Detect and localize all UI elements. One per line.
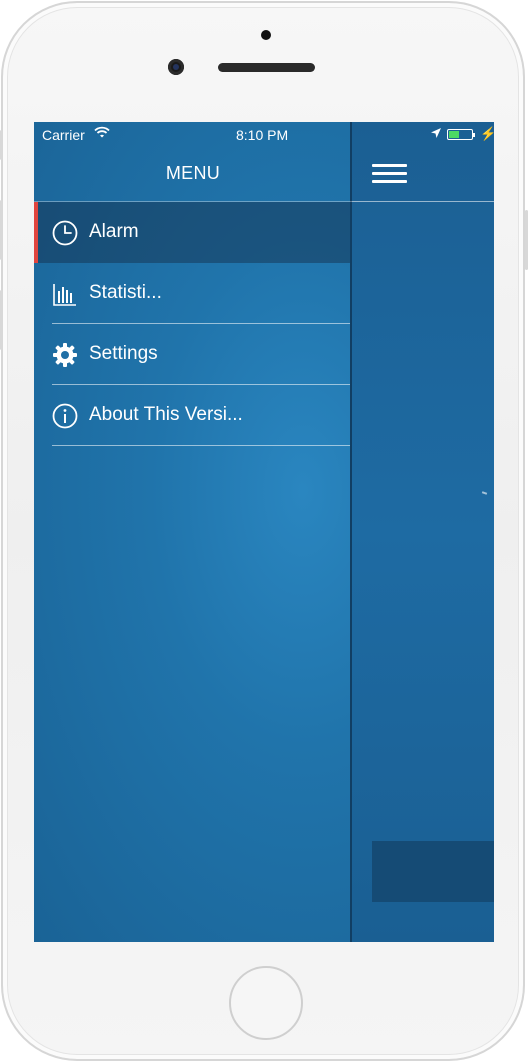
gear-icon [53, 343, 77, 367]
volume-up-button[interactable] [0, 200, 3, 260]
status-bar: Carrier 8:10 PM ⚡ [34, 122, 494, 148]
clock-time: 8:10 PM [236, 127, 289, 143]
menu-item-statistics[interactable]: Statisti... [34, 263, 350, 324]
menu-item-about[interactable]: About This Versi... [34, 385, 350, 446]
bar-chart-icon [53, 284, 76, 306]
volume-down-button[interactable] [0, 290, 3, 350]
app-screen: MENU Alarm Statisti... Settings About Th… [34, 122, 494, 942]
battery-icon [447, 129, 475, 140]
charging-bolt-icon: ⚡ [480, 126, 494, 141]
mute-switch[interactable] [0, 130, 3, 160]
decorative-mark [481, 491, 488, 495]
main-content-panel [352, 122, 494, 942]
menu-title: MENU [165, 163, 221, 183]
hamburger-bar [372, 164, 407, 167]
active-indicator [34, 202, 38, 263]
location-arrow-icon [431, 128, 441, 138]
menu-item-label: About This Versi... [89, 404, 243, 425]
clock-icon [52, 220, 78, 246]
bottom-panel[interactable] [372, 841, 494, 902]
menu-item-alarm[interactable]: Alarm [34, 202, 350, 263]
battery-level [449, 131, 459, 138]
proximity-sensor [261, 30, 271, 40]
menu-divider [52, 445, 350, 446]
hamburger-bar [372, 172, 407, 175]
menu-item-label: Alarm [89, 221, 139, 242]
info-icon [52, 403, 78, 429]
front-camera [168, 59, 184, 75]
menu-item-label: Settings [89, 343, 158, 364]
hamburger-bar [372, 180, 407, 183]
nav-bar-divider [352, 201, 494, 202]
menu-item-settings[interactable]: Settings [34, 324, 350, 385]
menu-item-label: Statisti... [89, 282, 162, 303]
earpiece-speaker [218, 63, 315, 72]
hamburger-menu-button[interactable] [372, 164, 407, 184]
home-button[interactable] [229, 966, 303, 1040]
side-menu-drawer: MENU Alarm Statisti... Settings About Th… [34, 122, 352, 942]
